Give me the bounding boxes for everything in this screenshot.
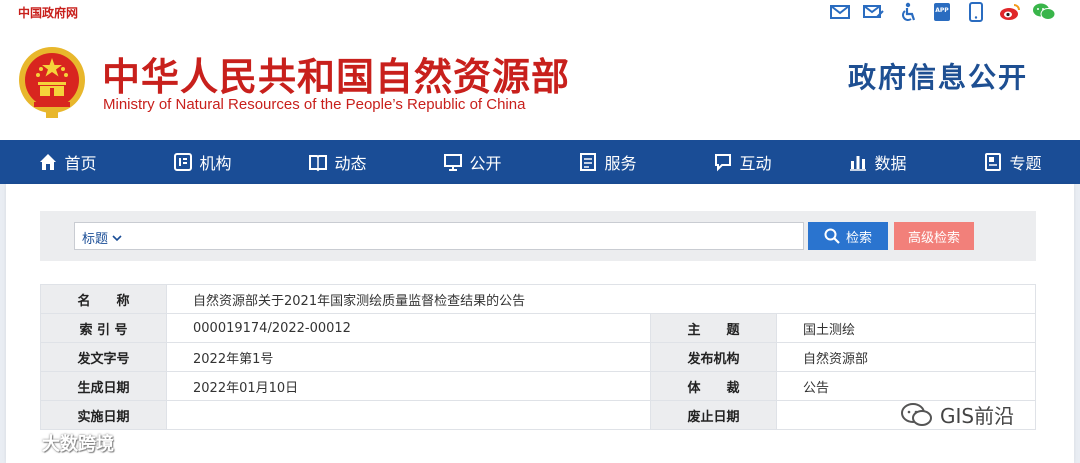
- nav-item-home[interactable]: 首页: [0, 140, 135, 184]
- nav-item-label: 动态: [334, 154, 367, 173]
- topic-value: 国土测绘: [776, 313, 1036, 343]
- national-emblem-logo[interactable]: [16, 44, 88, 120]
- index-value: 000019174/2022-00012: [166, 313, 651, 343]
- book-icon: [309, 155, 328, 172]
- doc-number-value: 2022年第1号: [166, 342, 651, 372]
- table-row: 索 引 号 000019174/2022-00012 主 题 国土测绘: [40, 313, 1036, 343]
- watermark-right: GIS前沿: [900, 400, 1014, 429]
- monitor-icon: [444, 154, 463, 171]
- search-icon: [824, 228, 840, 244]
- chat-icon: [715, 154, 732, 172]
- topic-icon: [985, 153, 1002, 171]
- table-row: 生成日期 2022年01月10日 体 裁 公告: [40, 371, 1036, 401]
- name-value: 自然资源部关于2021年国家测绘质量监督检查结果的公告: [166, 284, 1036, 314]
- form-icon: [580, 153, 597, 171]
- nav-item-topic[interactable]: 专题: [945, 140, 1080, 184]
- created-date-label: 生成日期: [40, 371, 167, 401]
- publisher-label: 发布机构: [650, 342, 777, 372]
- mail-icon[interactable]: [828, 2, 852, 22]
- gov-info-disclosure-title[interactable]: 政府信息公开: [848, 56, 1028, 96]
- mail-edit-icon[interactable]: [862, 2, 886, 22]
- nav-item-public[interactable]: 公开: [405, 140, 540, 184]
- table-row: 实施日期 废止日期: [40, 400, 1036, 430]
- bar-chart-icon: [850, 156, 867, 171]
- org-icon: [174, 153, 193, 171]
- mobile-icon[interactable]: [964, 2, 988, 22]
- abolish-date-label: 废止日期: [650, 400, 777, 430]
- watermark-left: 大数跨境: [8, 430, 114, 456]
- genre-value: 公告: [776, 371, 1036, 401]
- weibo-icon[interactable]: [998, 2, 1022, 22]
- search-type-label: 标题: [82, 232, 109, 247]
- document-info-table: 名 称 自然资源部关于2021年国家测绘质量监督检查结果的公告 索 引 号 00…: [40, 284, 1036, 430]
- doc-number-label: 发文字号: [40, 342, 167, 372]
- nav-item-interact[interactable]: 互动: [675, 140, 810, 184]
- advanced-search-button[interactable]: 高级检索: [894, 222, 974, 250]
- index-label: 索 引 号: [40, 313, 167, 343]
- chevron-down-icon: [112, 234, 122, 241]
- table-row: 名 称 自然资源部关于2021年国家测绘质量监督检查结果的公告: [40, 284, 1036, 314]
- publisher-value: 自然资源部: [776, 342, 1036, 372]
- gov-site-link[interactable]: 中国政府网: [18, 4, 78, 21]
- genre-label: 体 裁: [650, 371, 777, 401]
- name-label: 名 称: [40, 284, 167, 314]
- watermark-left-text: 大数跨境: [42, 434, 114, 455]
- topic-label: 主 题: [650, 313, 777, 343]
- nav-item-service[interactable]: 服务: [540, 140, 675, 184]
- effective-date-label: 实施日期: [40, 400, 167, 430]
- nav-item-label: 专题: [1009, 154, 1042, 173]
- watermark-right-text: GIS前沿: [940, 404, 1015, 428]
- search-button[interactable]: 检索: [808, 222, 888, 250]
- search-button-label: 检索: [845, 230, 872, 246]
- nav-item-label: 首页: [64, 154, 97, 173]
- nav-item-org[interactable]: 机构: [135, 140, 270, 184]
- search-input[interactable]: [74, 222, 804, 250]
- created-date-value: 2022年01月10日: [166, 371, 651, 401]
- ministry-title-en: Ministry of Natural Resources of the Peo…: [103, 96, 526, 113]
- top-bar: 中国政府网 APP: [0, 0, 1080, 24]
- nav-item-label: 互动: [739, 154, 772, 173]
- table-row: 发文字号 2022年第1号 发布机构 自然资源部: [40, 342, 1036, 372]
- nav-item-label: 数据: [874, 154, 907, 173]
- home-icon: [40, 154, 57, 170]
- effective-date-value: [166, 400, 651, 430]
- nav-item-data[interactable]: 数据: [810, 140, 945, 184]
- search-type-select[interactable]: 标题: [82, 228, 122, 247]
- nav-item-label: 机构: [199, 154, 232, 173]
- ministry-title-cn: 中华人民共和国自然资源部: [102, 55, 571, 99]
- app-icon[interactable]: APP: [930, 2, 954, 22]
- app-icon-label: APP: [935, 7, 949, 14]
- top-icons: APP: [828, 2, 1056, 22]
- site-header: 中华人民共和国自然资源部 Ministry of Natural Resourc…: [0, 24, 1080, 140]
- nav-item-label: 公开: [469, 154, 502, 173]
- accessibility-icon[interactable]: [896, 2, 920, 22]
- wechat-icon[interactable]: [1032, 2, 1056, 22]
- bubble-logo-icon: [9, 435, 34, 450]
- wechat-logo-icon: [901, 402, 932, 426]
- nav-item-news[interactable]: 动态: [270, 140, 405, 184]
- main-nav: 首页 机构 动态 公开 服务 互动 数据 专题: [0, 140, 1080, 184]
- nav-item-label: 服务: [604, 154, 637, 173]
